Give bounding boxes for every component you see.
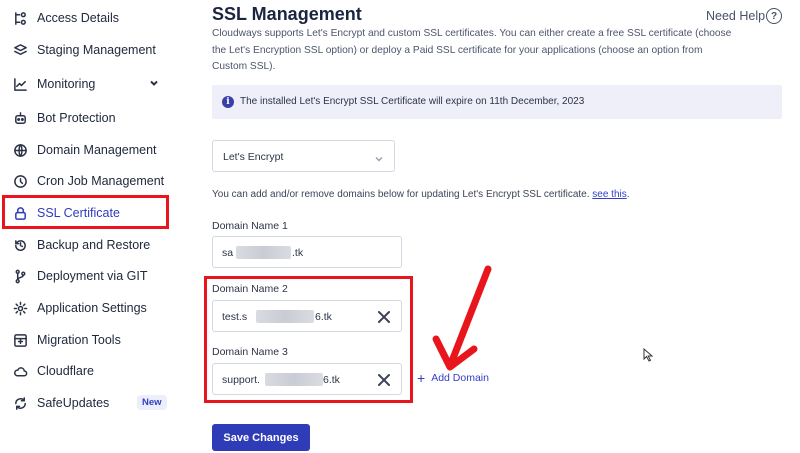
need-help-label: Need Help [706, 9, 766, 23]
redacted-text [265, 373, 323, 386]
domain-1-suffix: .tk [292, 247, 304, 259]
domain-name-3-field[interactable]: support. 6.tk [212, 363, 402, 395]
domain-1-prefix: sa [222, 247, 234, 259]
sidebar-item-label: Backup and Restore [37, 238, 151, 252]
sidebar-item-domain-management[interactable]: Domain Management [0, 136, 178, 164]
info-icon: i [222, 96, 234, 108]
clock-icon [12, 173, 28, 189]
domain-name-1-label: Domain Name 1 [212, 220, 288, 232]
chart-line-icon [12, 76, 28, 92]
hint-suffix: . [626, 189, 630, 200]
sidebar: Access Details Staging Management Monito… [0, 0, 178, 453]
chevron-down-icon[interactable] [148, 77, 162, 91]
domain-3-suffix: 6.tk [323, 374, 340, 386]
domain-2-prefix: test.s [222, 311, 248, 323]
sidebar-item-staging-management[interactable]: Staging Management [0, 36, 178, 64]
sidebar-item-access-details[interactable]: Access Details [0, 4, 178, 32]
hint-text: You can add and/or remove domains below … [212, 189, 590, 200]
access-details-icon [12, 10, 28, 26]
domain-name-3-label: Domain Name 3 [212, 346, 288, 358]
plus-icon: + [417, 370, 426, 386]
domain-name-1-field[interactable]: sa .tk [212, 236, 402, 268]
remove-domain-2-icon[interactable] [377, 310, 391, 324]
globe-icon [12, 142, 28, 158]
history-icon [12, 237, 28, 253]
redacted-text [236, 246, 291, 259]
chevron-down-icon [374, 151, 384, 162]
sidebar-item-application-settings[interactable]: Application Settings [0, 294, 178, 322]
page-title: SSL Management [212, 4, 362, 24]
robot-icon [12, 110, 28, 126]
mouse-cursor-icon [643, 348, 654, 362]
sidebar-item-deployment-via-git[interactable]: Deployment via GIT [0, 262, 178, 290]
sidebar-item-label: Application Settings [37, 301, 147, 315]
sidebar-item-cron-job-management[interactable]: Cron Job Management [0, 167, 178, 195]
sidebar-item-label: SSL Certificate [37, 206, 120, 220]
sidebar-item-backup-and-restore[interactable]: Backup and Restore [0, 231, 178, 259]
sidebar-item-label: Cron Job Management [37, 174, 165, 188]
sidebar-item-ssl-certificate[interactable]: SSL Certificate [0, 199, 178, 227]
sidebar-item-label: Cloudflare [37, 364, 94, 378]
sidebar-item-label: Bot Protection [37, 111, 116, 125]
help-circle-icon: ? [766, 8, 782, 24]
see-this-link[interactable]: see this [592, 189, 626, 200]
ssl-type-value: Let's Encrypt [223, 151, 284, 163]
sidebar-item-migration-tools[interactable]: Migration Tools [0, 326, 178, 354]
sidebar-item-label: Access Details [37, 11, 119, 25]
sidebar-item-label: Monitoring [37, 77, 96, 91]
domain-name-2-label: Domain Name 2 [212, 283, 288, 295]
redacted-text [256, 310, 314, 323]
domain-name-2-field[interactable]: test.s 6.tk [212, 300, 402, 332]
remove-domain-3-icon[interactable] [377, 373, 391, 387]
sidebar-item-label: Deployment via GIT [37, 269, 148, 283]
domains-hint: You can add and/or remove domains below … [212, 189, 630, 200]
notice-text: The installed Let's Encrypt SSL Certific… [240, 96, 585, 107]
lock-icon [12, 205, 28, 221]
migration-icon [12, 332, 28, 348]
domain-3-prefix: support. [222, 374, 260, 386]
save-changes-button[interactable]: Save Changes [212, 424, 310, 451]
expiry-notice: i The installed Let's Encrypt SSL Certif… [212, 85, 782, 119]
domain-2-suffix: 6.tk [315, 311, 332, 323]
git-branch-icon [12, 268, 28, 284]
cloud-icon [12, 363, 28, 379]
sidebar-item-cloudflare[interactable]: Cloudflare [0, 357, 178, 385]
gear-icon [12, 300, 28, 316]
new-badge: New [137, 395, 167, 410]
refresh-icon [12, 395, 28, 411]
sidebar-item-bot-protection[interactable]: Bot Protection [0, 104, 178, 132]
sidebar-item-monitoring[interactable]: Monitoring [0, 70, 178, 98]
layers-icon [12, 42, 28, 58]
sidebar-item-label: Migration Tools [37, 333, 121, 347]
red-arrow-annotation [432, 265, 492, 371]
need-help-link[interactable]: Need Help ? [706, 8, 782, 24]
page-description: Cloudways supports Let's Encrypt and cus… [212, 28, 732, 72]
ssl-type-select[interactable]: Let's Encrypt [212, 140, 395, 172]
sidebar-item-label: Domain Management [37, 143, 157, 157]
sidebar-item-label: Staging Management [37, 43, 156, 57]
sidebar-item-label: SafeUpdates [37, 396, 110, 410]
sidebar-item-safeupdates[interactable]: SafeUpdates New [0, 389, 178, 417]
